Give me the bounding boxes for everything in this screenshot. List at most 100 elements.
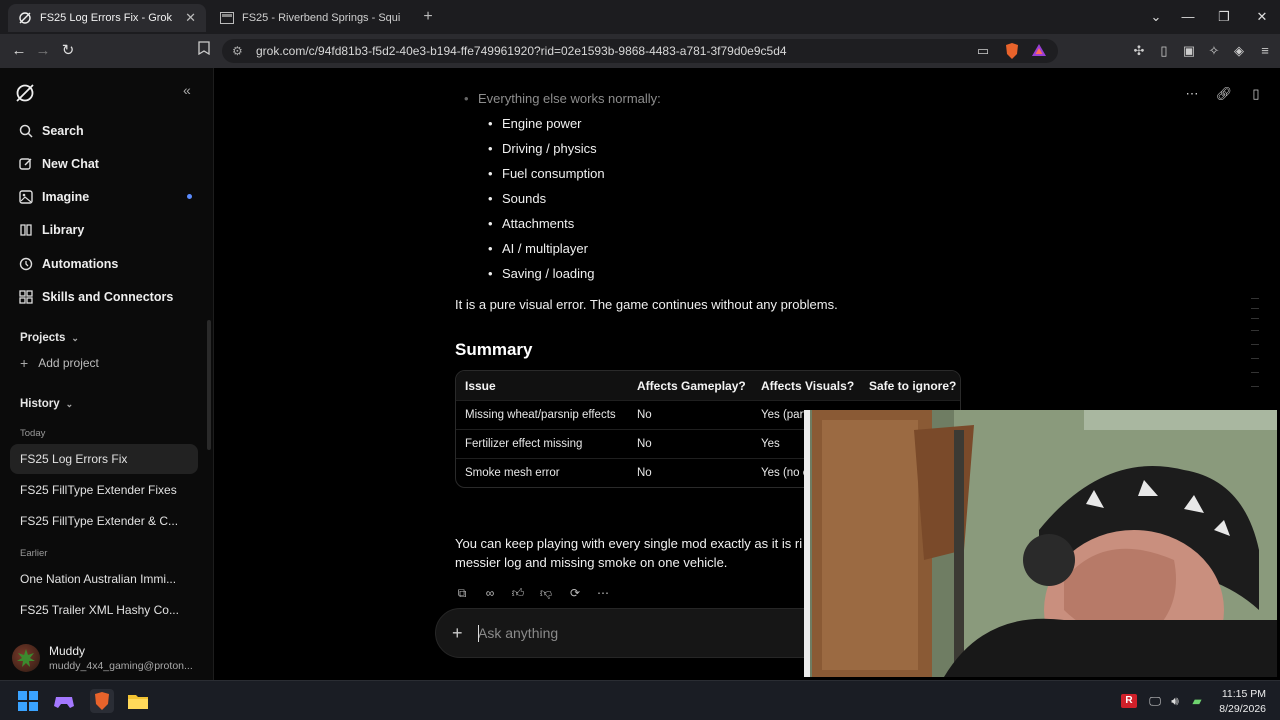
- tab-title: FS25 Log Errors Fix - Grok: [40, 12, 173, 24]
- leo-ai-icon[interactable]: ✧: [1205, 42, 1223, 60]
- table-cell: No: [637, 467, 652, 479]
- site-settings-icon[interactable]: ⚙: [232, 44, 248, 58]
- sub-bullet-item: AI / multiplayer: [488, 241, 588, 256]
- forward-arrow-icon[interactable]: →: [32, 40, 54, 62]
- attach-plus-icon[interactable]: +: [452, 623, 463, 644]
- add-project-label: Add project: [38, 356, 99, 370]
- new-tab-button[interactable]: +: [418, 7, 438, 27]
- nav-label: Automations: [42, 257, 119, 271]
- copy-icon[interactable]: ⧉: [454, 586, 470, 602]
- thumbs-up-icon[interactable]: 👍︎: [510, 586, 526, 602]
- history-item[interactable]: FS25 FillType Extender Fixes: [10, 475, 198, 505]
- panel-toggle-icon[interactable]: ▯: [1247, 86, 1265, 104]
- minimap-tick: [1251, 308, 1259, 309]
- table-header-row: Issue Affects Gameplay? Affects Visuals?…: [456, 371, 960, 401]
- column-header: Safe to ignore?: [869, 379, 957, 393]
- history-item[interactable]: FS25 FillType Extender & C...: [10, 506, 198, 536]
- column-header: Affects Visuals?: [761, 379, 855, 393]
- more-actions-icon[interactable]: ⋯: [595, 586, 611, 602]
- nav-label: Library: [42, 223, 85, 237]
- nav-new-chat[interactable]: New Chat: [10, 149, 200, 179]
- link-icon[interactable]: ∞: [482, 586, 498, 602]
- nav-label: Imagine: [42, 190, 90, 204]
- brave-shields-icon[interactable]: [1003, 42, 1021, 60]
- text-caret: [478, 625, 479, 642]
- close-window-button[interactable]: ✕: [1246, 6, 1278, 28]
- tab-grok[interactable]: FS25 Log Errors Fix - Grok ✕: [8, 4, 206, 32]
- tab-title: FS25 - Riverbend Springs - Squigglze: [242, 12, 400, 24]
- volume-icon[interactable]: 🔊︎: [1167, 694, 1183, 708]
- url-text: grok.com/c/94fd81b3-f5d2-40e3-b194-ffe74…: [256, 44, 787, 58]
- nav-search[interactable]: Search: [10, 116, 200, 146]
- sub-bullet-item: Saving / loading: [488, 266, 594, 281]
- history-item[interactable]: FS25 Log Errors Fix: [10, 444, 198, 474]
- minimap-tick: [1251, 358, 1259, 359]
- earlier-label: Earlier: [20, 548, 48, 559]
- library-icon: [18, 222, 34, 238]
- gamepad-icon[interactable]: [52, 689, 76, 713]
- restore-button[interactable]: ❐: [1208, 6, 1240, 28]
- minimize-button[interactable]: —: [1172, 6, 1204, 28]
- minimap-tick: [1251, 298, 1259, 299]
- battery-controller-icon[interactable]: ▰: [1189, 694, 1205, 708]
- nav-label: New Chat: [42, 157, 99, 171]
- page-favicon-icon: [220, 11, 234, 25]
- projects-header[interactable]: Projects ⌄: [20, 332, 79, 344]
- sub-bullet-item: Attachments: [488, 216, 574, 231]
- table-cell: Missing wheat/parsnip effects: [465, 409, 616, 421]
- today-label: Today: [20, 428, 46, 439]
- user-profile[interactable]: Muddy muddy_4x4_gaming@proton...: [12, 642, 204, 676]
- table-cell: Smoke mesh error: [465, 467, 560, 479]
- windows-start-icon[interactable]: [16, 689, 40, 713]
- more-options-icon[interactable]: ⋯: [1183, 86, 1201, 104]
- tab-list-chevron-icon[interactable]: ⌄: [1140, 6, 1172, 28]
- new-indicator-dot: [187, 194, 192, 199]
- minimap-tick: [1251, 318, 1259, 319]
- history-item[interactable]: FS25 Trailer XML Hashy Co...: [10, 595, 198, 625]
- tab-riverbend[interactable]: FS25 - Riverbend Springs - Squigglze: [210, 4, 410, 32]
- automation-icon: [18, 256, 34, 272]
- vpn-icon[interactable]: ◈: [1230, 42, 1248, 60]
- cast-icon[interactable]: ▭: [974, 42, 992, 60]
- brave-rewards-icon[interactable]: [1030, 42, 1048, 60]
- close-tab-icon[interactable]: ✕: [185, 10, 196, 26]
- bookmark-icon[interactable]: [193, 40, 215, 62]
- extensions-icon[interactable]: ✣: [1130, 42, 1148, 60]
- share-link-icon[interactable]: 🔗︎: [1215, 86, 1233, 104]
- sub-bullet-item: Fuel consumption: [488, 166, 605, 181]
- add-project-button[interactable]: + Add project: [20, 355, 99, 371]
- sidebar-scrollbar[interactable]: [207, 320, 211, 450]
- history-header[interactable]: History ⌄: [20, 398, 73, 410]
- thumbs-down-icon[interactable]: 👎︎: [538, 586, 554, 602]
- final-text-line: messier log and missing smoke on one veh…: [455, 555, 728, 570]
- nav-skills-connectors[interactable]: Skills and Connectors: [10, 282, 200, 312]
- reload-icon[interactable]: ↻: [57, 40, 79, 62]
- nav-imagine[interactable]: Imagine: [10, 182, 200, 212]
- nav-automations[interactable]: Automations: [10, 249, 200, 279]
- system-clock[interactable]: 11:15 PM 8/29/2026: [1219, 687, 1266, 717]
- nav-library[interactable]: Library: [10, 215, 200, 245]
- wallet-icon[interactable]: ▣: [1180, 42, 1198, 60]
- table-cell: No: [637, 438, 652, 450]
- projects-label: Projects: [20, 332, 66, 344]
- compose-icon: [18, 156, 34, 172]
- network-icon[interactable]: 🖵︎: [1147, 694, 1163, 708]
- sidebar-toggle-icon[interactable]: ▯: [1155, 42, 1173, 60]
- menu-icon[interactable]: ≡: [1256, 42, 1274, 60]
- grok-logo-icon[interactable]: [14, 82, 36, 104]
- grok-favicon-icon: [18, 11, 32, 25]
- history-item[interactable]: One Nation Australian Immi...: [10, 564, 198, 594]
- browser-tab-bar: FS25 Log Errors Fix - Grok ✕ FS25 - Rive…: [0, 0, 1280, 34]
- table-cell: Fertilizer effect missing: [465, 438, 583, 450]
- minimap-tick: [1251, 344, 1259, 345]
- file-explorer-icon[interactable]: [126, 689, 150, 713]
- address-bar[interactable]: ⚙ grok.com/c/94fd81b3-f5d2-40e3-b194-ffe…: [222, 39, 1058, 63]
- collapse-sidebar-icon[interactable]: «: [183, 82, 199, 98]
- table-cell: No: [637, 409, 652, 421]
- nav-label: Skills and Connectors: [42, 290, 174, 304]
- minimap-tick: [1251, 372, 1259, 373]
- back-arrow-icon[interactable]: ←: [8, 40, 30, 62]
- brave-browser-icon[interactable]: [90, 689, 114, 713]
- regenerate-icon[interactable]: ⟳: [567, 586, 583, 602]
- tray-app-icon[interactable]: R: [1121, 694, 1137, 708]
